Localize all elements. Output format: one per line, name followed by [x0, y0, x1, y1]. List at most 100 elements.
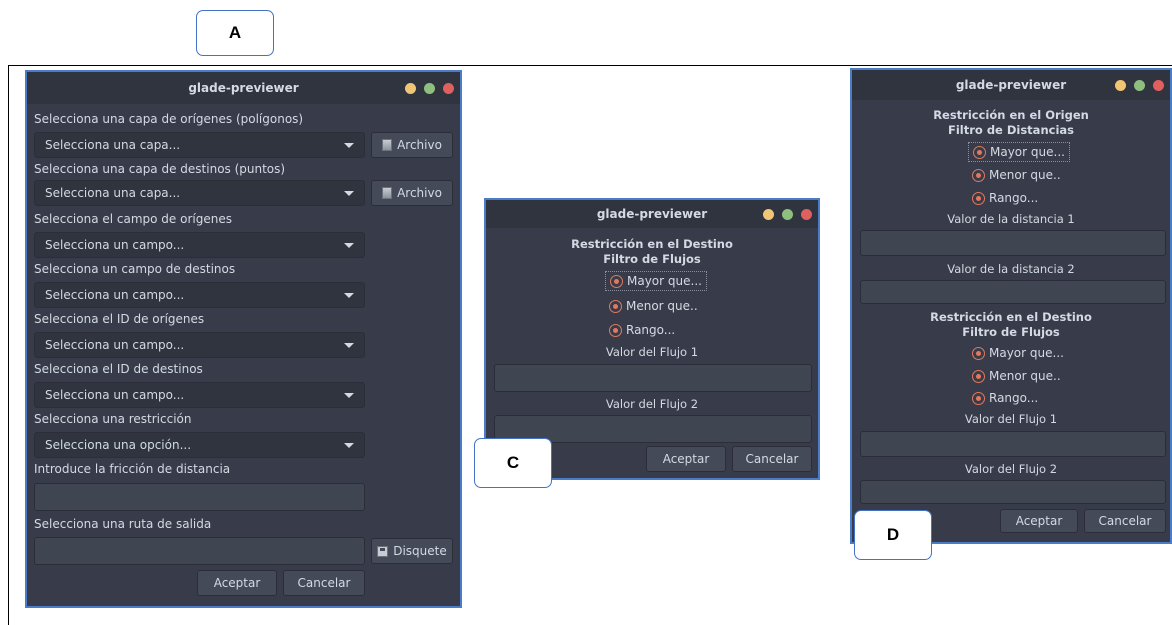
maximize-button[interactable] [1134, 79, 1145, 91]
archivo-label: Archivo [397, 186, 442, 200]
label-dest-field: Selecciona un campo de destinos [34, 262, 236, 276]
chevron-down-icon [344, 243, 354, 248]
combo-dest-layer[interactable]: Selecciona una capa... [34, 180, 365, 206]
chevron-down-icon [344, 191, 354, 196]
minimize-button[interactable] [1115, 79, 1126, 91]
archivo-button-dest[interactable]: Archivo [371, 180, 453, 206]
combo-dest-field[interactable]: Selecciona un campo... [34, 282, 365, 308]
minimize-button[interactable] [763, 208, 774, 220]
chevron-down-icon [344, 143, 354, 148]
radio-flow-less[interactable]: Menor que.. [968, 366, 1065, 386]
combo-origin-layer[interactable]: Selecciona una capa... [34, 132, 365, 158]
figure-frame-left [8, 65, 9, 625]
radio-greater-label: Mayor que... [627, 274, 702, 288]
label-origin-field: Selecciona el campo de orígenes [34, 212, 232, 226]
radio-distance-range[interactable]: Rango... [968, 188, 1042, 208]
cancel-button[interactable]: Cancelar [732, 446, 812, 472]
label-restriction: Selecciona una restricción [34, 412, 192, 426]
radio-distance-greater[interactable]: Mayor que... [968, 142, 1070, 162]
combo-dest-id[interactable]: Selecciona un campo... [34, 382, 365, 408]
label-origin-id: Selecciona el ID de orígenes [34, 312, 205, 326]
radio-selected-icon [972, 168, 985, 182]
callout-a: A [196, 10, 274, 56]
heading-dest-restriction: Restricción en el Destino [571, 237, 733, 251]
output-path-input[interactable] [34, 537, 365, 565]
flow-value-2-input[interactable] [860, 480, 1166, 504]
cancel-button[interactable]: Cancelar [1084, 509, 1166, 533]
callout-c: C [474, 438, 552, 488]
close-button[interactable] [443, 82, 454, 94]
combo-dest-id-value: Selecciona un campo... [45, 388, 185, 402]
chevron-down-icon [344, 393, 354, 398]
combo-origin-layer-value: Selecciona una capa... [45, 138, 181, 152]
distance-value-2-input[interactable] [860, 280, 1166, 304]
maximize-button[interactable] [782, 208, 793, 220]
window-d-titlebar[interactable]: glade-previewer [852, 70, 1170, 100]
archivo-label: Archivo [397, 138, 442, 152]
label-dest-id: Selecciona el ID de destinos [34, 362, 203, 376]
combo-restriction-value: Selecciona una opción... [45, 438, 192, 452]
radio-selected-icon [972, 346, 985, 360]
radio-range-label: Rango... [626, 323, 676, 337]
label-friction: Introduce la fricción de distancia [34, 462, 231, 476]
window-title: glade-previewer [955, 78, 1067, 92]
combo-origin-id[interactable]: Selecciona un campo... [34, 332, 365, 358]
heading-distance-filter: Filtro de Distancias [948, 123, 1074, 137]
file-icon [382, 139, 393, 151]
combo-dest-layer-value: Selecciona una capa... [45, 186, 181, 200]
radio-flow-greater[interactable]: Mayor que... [968, 343, 1068, 363]
chevron-down-icon [344, 443, 354, 448]
disquete-label: Disquete [393, 544, 447, 558]
figure-frame-top [8, 65, 1172, 66]
maximize-button[interactable] [424, 82, 435, 94]
label-flow-value-1: Valor del Flujo 1 [964, 412, 1058, 426]
window-title: glade-previewer [188, 81, 299, 95]
radio-flow-range[interactable]: Rango... [968, 388, 1042, 408]
label-distance-value-1: Valor de la distancia 1 [947, 212, 1075, 226]
window-title: glade-previewer [596, 207, 708, 221]
radio-selected-icon [609, 323, 622, 337]
combo-dest-field-value: Selecciona un campo... [45, 288, 185, 302]
floppy-disk-icon [377, 545, 389, 557]
radio-selected-icon [609, 299, 622, 313]
label-output: Selecciona una ruta de salida [34, 517, 212, 531]
accept-button[interactable]: Aceptar [197, 570, 277, 596]
close-button[interactable] [801, 208, 812, 220]
label-distance-value-2: Valor de la distancia 2 [947, 262, 1075, 276]
label-flow-value-2: Valor del Flujo 2 [605, 397, 699, 411]
archivo-button-origin[interactable]: Archivo [371, 132, 453, 158]
chevron-down-icon [344, 343, 354, 348]
accept-button[interactable]: Aceptar [646, 446, 726, 472]
combo-restriction[interactable]: Selecciona una opción... [34, 432, 365, 458]
radio-range[interactable]: Rango... [605, 320, 679, 340]
heading-origin-restriction: Restricción en el Origen [933, 108, 1089, 122]
radio-flow-greater-label: Mayor que... [989, 346, 1064, 360]
flow-value-1-input[interactable] [494, 364, 812, 392]
close-button[interactable] [1153, 79, 1164, 91]
radio-selected-icon [972, 391, 985, 405]
distance-value-1-input[interactable] [860, 230, 1166, 256]
combo-origin-field-value: Selecciona un campo... [45, 238, 185, 252]
chevron-down-icon [344, 293, 354, 298]
heading-flow-filter: Filtro de Flujos [962, 325, 1060, 339]
label-flow-value-1: Valor del Flujo 1 [605, 345, 699, 359]
radio-distance-less[interactable]: Menor que.. [968, 165, 1065, 185]
label-dest-layer: Selecciona una capa de destinos (puntos) [34, 162, 286, 176]
callout-d: D [854, 510, 932, 560]
cancel-button[interactable]: Cancelar [283, 570, 365, 596]
radio-less-label: Menor que.. [626, 299, 698, 313]
combo-origin-field[interactable]: Selecciona un campo... [34, 232, 365, 258]
window-c-titlebar[interactable]: glade-previewer [486, 200, 818, 228]
label-origin-layer: Selecciona una capa de orígenes (polígon… [34, 112, 304, 126]
accept-button[interactable]: Aceptar [1000, 509, 1078, 533]
radio-flow-range-label: Rango... [989, 391, 1039, 405]
disquete-button[interactable]: Disquete [371, 538, 453, 564]
heading-dest-restriction: Restricción en el Destino [930, 310, 1092, 324]
radio-less-than[interactable]: Menor que.. [605, 296, 702, 316]
radio-flow-less-label: Menor que.. [989, 369, 1061, 383]
minimize-button[interactable] [405, 82, 416, 94]
friction-input[interactable] [34, 483, 365, 511]
window-a-titlebar[interactable]: glade-previewer [27, 72, 460, 104]
radio-greater-than[interactable]: Mayor que... [605, 271, 707, 291]
flow-value-1-input[interactable] [860, 431, 1166, 457]
